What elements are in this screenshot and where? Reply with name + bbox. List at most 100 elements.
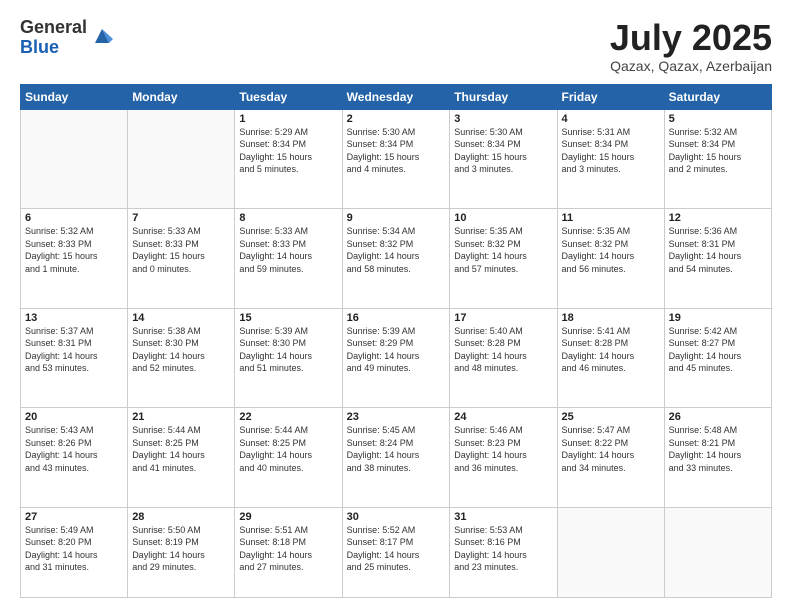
logo-blue: Blue <box>20 38 87 58</box>
day-info: Sunrise: 5:33 AM Sunset: 8:33 PM Dayligh… <box>132 225 230 275</box>
day-info: Sunrise: 5:46 AM Sunset: 8:23 PM Dayligh… <box>454 424 552 474</box>
table-row: 29Sunrise: 5:51 AM Sunset: 8:18 PM Dayli… <box>235 507 342 597</box>
day-number: 13 <box>25 312 123 324</box>
table-row: 1Sunrise: 5:29 AM Sunset: 8:34 PM Daylig… <box>235 109 342 208</box>
day-number: 23 <box>347 411 446 423</box>
day-info: Sunrise: 5:38 AM Sunset: 8:30 PM Dayligh… <box>132 325 230 375</box>
table-row: 21Sunrise: 5:44 AM Sunset: 8:25 PM Dayli… <box>128 408 235 507</box>
day-info: Sunrise: 5:53 AM Sunset: 8:16 PM Dayligh… <box>454 524 552 574</box>
day-info: Sunrise: 5:31 AM Sunset: 8:34 PM Dayligh… <box>562 126 660 176</box>
day-info: Sunrise: 5:47 AM Sunset: 8:22 PM Dayligh… <box>562 424 660 474</box>
table-row: 15Sunrise: 5:39 AM Sunset: 8:30 PM Dayli… <box>235 308 342 407</box>
table-row <box>557 507 664 597</box>
table-row: 9Sunrise: 5:34 AM Sunset: 8:32 PM Daylig… <box>342 209 450 308</box>
day-info: Sunrise: 5:49 AM Sunset: 8:20 PM Dayligh… <box>25 524 123 574</box>
day-info: Sunrise: 5:35 AM Sunset: 8:32 PM Dayligh… <box>454 225 552 275</box>
table-row: 11Sunrise: 5:35 AM Sunset: 8:32 PM Dayli… <box>557 209 664 308</box>
day-number: 25 <box>562 411 660 423</box>
day-number: 31 <box>454 511 552 523</box>
day-info: Sunrise: 5:36 AM Sunset: 8:31 PM Dayligh… <box>669 225 767 275</box>
table-row: 27Sunrise: 5:49 AM Sunset: 8:20 PM Dayli… <box>21 507 128 597</box>
day-number: 2 <box>347 113 446 125</box>
table-row: 25Sunrise: 5:47 AM Sunset: 8:22 PM Dayli… <box>557 408 664 507</box>
day-number: 26 <box>669 411 767 423</box>
header: General Blue July 2025 Qazax, Qazax, Aze… <box>20 18 772 74</box>
table-row: 18Sunrise: 5:41 AM Sunset: 8:28 PM Dayli… <box>557 308 664 407</box>
table-row: 2Sunrise: 5:30 AM Sunset: 8:34 PM Daylig… <box>342 109 450 208</box>
day-number: 20 <box>25 411 123 423</box>
table-row: 4Sunrise: 5:31 AM Sunset: 8:34 PM Daylig… <box>557 109 664 208</box>
day-info: Sunrise: 5:44 AM Sunset: 8:25 PM Dayligh… <box>132 424 230 474</box>
day-info: Sunrise: 5:30 AM Sunset: 8:34 PM Dayligh… <box>347 126 446 176</box>
table-row: 30Sunrise: 5:52 AM Sunset: 8:17 PM Dayli… <box>342 507 450 597</box>
day-number: 5 <box>669 113 767 125</box>
table-row: 12Sunrise: 5:36 AM Sunset: 8:31 PM Dayli… <box>664 209 771 308</box>
day-info: Sunrise: 5:40 AM Sunset: 8:28 PM Dayligh… <box>454 325 552 375</box>
day-number: 30 <box>347 511 446 523</box>
table-row: 23Sunrise: 5:45 AM Sunset: 8:24 PM Dayli… <box>342 408 450 507</box>
day-number: 19 <box>669 312 767 324</box>
table-row: 5Sunrise: 5:32 AM Sunset: 8:34 PM Daylig… <box>664 109 771 208</box>
header-monday: Monday <box>128 84 235 109</box>
day-number: 4 <box>562 113 660 125</box>
day-number: 1 <box>239 113 337 125</box>
day-info: Sunrise: 5:39 AM Sunset: 8:29 PM Dayligh… <box>347 325 446 375</box>
table-row: 16Sunrise: 5:39 AM Sunset: 8:29 PM Dayli… <box>342 308 450 407</box>
table-row: 13Sunrise: 5:37 AM Sunset: 8:31 PM Dayli… <box>21 308 128 407</box>
logo-icon <box>91 25 113 47</box>
day-info: Sunrise: 5:41 AM Sunset: 8:28 PM Dayligh… <box>562 325 660 375</box>
day-info: Sunrise: 5:48 AM Sunset: 8:21 PM Dayligh… <box>669 424 767 474</box>
table-row: 31Sunrise: 5:53 AM Sunset: 8:16 PM Dayli… <box>450 507 557 597</box>
table-row <box>664 507 771 597</box>
day-info: Sunrise: 5:39 AM Sunset: 8:30 PM Dayligh… <box>239 325 337 375</box>
day-number: 14 <box>132 312 230 324</box>
day-number: 17 <box>454 312 552 324</box>
header-sunday: Sunday <box>21 84 128 109</box>
logo-text: General Blue <box>20 18 87 58</box>
day-number: 6 <box>25 212 123 224</box>
day-number: 9 <box>347 212 446 224</box>
header-friday: Friday <box>557 84 664 109</box>
day-number: 28 <box>132 511 230 523</box>
month-title: July 2025 <box>610 18 772 58</box>
day-info: Sunrise: 5:33 AM Sunset: 8:33 PM Dayligh… <box>239 225 337 275</box>
day-info: Sunrise: 5:29 AM Sunset: 8:34 PM Dayligh… <box>239 126 337 176</box>
day-info: Sunrise: 5:44 AM Sunset: 8:25 PM Dayligh… <box>239 424 337 474</box>
table-row: 7Sunrise: 5:33 AM Sunset: 8:33 PM Daylig… <box>128 209 235 308</box>
day-info: Sunrise: 5:50 AM Sunset: 8:19 PM Dayligh… <box>132 524 230 574</box>
day-info: Sunrise: 5:52 AM Sunset: 8:17 PM Dayligh… <box>347 524 446 574</box>
day-number: 18 <box>562 312 660 324</box>
table-row: 24Sunrise: 5:46 AM Sunset: 8:23 PM Dayli… <box>450 408 557 507</box>
day-info: Sunrise: 5:35 AM Sunset: 8:32 PM Dayligh… <box>562 225 660 275</box>
day-number: 8 <box>239 212 337 224</box>
day-number: 24 <box>454 411 552 423</box>
table-row: 3Sunrise: 5:30 AM Sunset: 8:34 PM Daylig… <box>450 109 557 208</box>
header-thursday: Thursday <box>450 84 557 109</box>
calendar: Sunday Monday Tuesday Wednesday Thursday… <box>20 84 772 598</box>
table-row <box>21 109 128 208</box>
day-number: 15 <box>239 312 337 324</box>
day-info: Sunrise: 5:30 AM Sunset: 8:34 PM Dayligh… <box>454 126 552 176</box>
day-info: Sunrise: 5:34 AM Sunset: 8:32 PM Dayligh… <box>347 225 446 275</box>
header-saturday: Saturday <box>664 84 771 109</box>
day-number: 3 <box>454 113 552 125</box>
table-row: 20Sunrise: 5:43 AM Sunset: 8:26 PM Dayli… <box>21 408 128 507</box>
day-info: Sunrise: 5:32 AM Sunset: 8:33 PM Dayligh… <box>25 225 123 275</box>
day-number: 7 <box>132 212 230 224</box>
day-info: Sunrise: 5:42 AM Sunset: 8:27 PM Dayligh… <box>669 325 767 375</box>
day-info: Sunrise: 5:51 AM Sunset: 8:18 PM Dayligh… <box>239 524 337 574</box>
table-row: 8Sunrise: 5:33 AM Sunset: 8:33 PM Daylig… <box>235 209 342 308</box>
day-number: 10 <box>454 212 552 224</box>
table-row: 6Sunrise: 5:32 AM Sunset: 8:33 PM Daylig… <box>21 209 128 308</box>
table-row: 14Sunrise: 5:38 AM Sunset: 8:30 PM Dayli… <box>128 308 235 407</box>
title-section: July 2025 Qazax, Qazax, Azerbaijan <box>610 18 772 74</box>
table-row: 10Sunrise: 5:35 AM Sunset: 8:32 PM Dayli… <box>450 209 557 308</box>
table-row: 28Sunrise: 5:50 AM Sunset: 8:19 PM Dayli… <box>128 507 235 597</box>
day-info: Sunrise: 5:43 AM Sunset: 8:26 PM Dayligh… <box>25 424 123 474</box>
page: General Blue July 2025 Qazax, Qazax, Aze… <box>0 0 792 612</box>
table-row <box>128 109 235 208</box>
logo-general: General <box>20 18 87 38</box>
day-number: 21 <box>132 411 230 423</box>
calendar-header-row: Sunday Monday Tuesday Wednesday Thursday… <box>21 84 772 109</box>
header-tuesday: Tuesday <box>235 84 342 109</box>
